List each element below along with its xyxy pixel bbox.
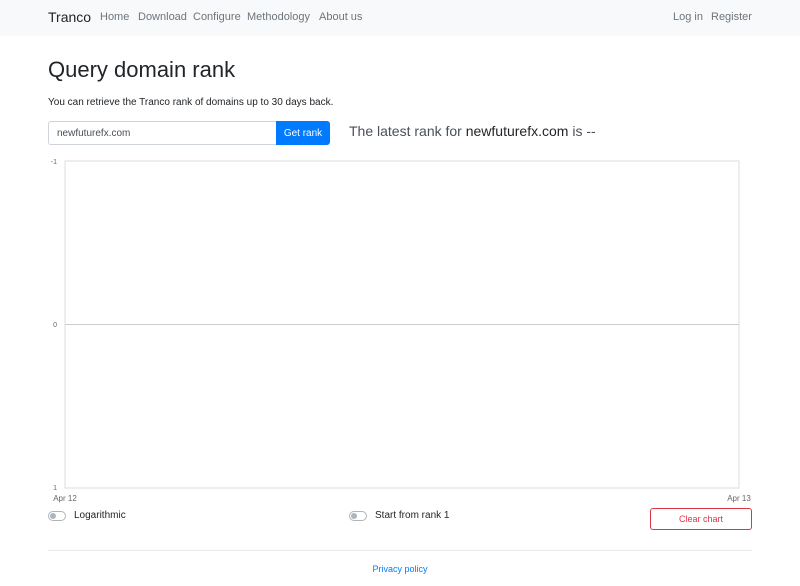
nav-link-methodology[interactable]: Methodology <box>247 11 310 23</box>
page-description: You can retrieve the Tranco rank of doma… <box>48 97 334 108</box>
latest-rank-result: The latest rank for newfuturefx.com is -… <box>349 123 596 139</box>
y-tick-label: 0 <box>53 322 57 329</box>
top-navbar: Tranco Home Download Configure Methodolo… <box>0 0 800 36</box>
y-tick-label: -1 <box>51 159 57 166</box>
brand-logo[interactable]: Tranco <box>48 9 91 25</box>
logarithmic-label: Logarithmic <box>74 510 126 521</box>
start-from-rank-toggle[interactable]: Start from rank 1 <box>349 510 449 521</box>
start-from-rank-label: Start from rank 1 <box>375 510 450 521</box>
switch-knob <box>50 512 56 519</box>
result-domain: newfuturefx.com <box>465 123 569 139</box>
rank-chart[interactable]: -1 0 1 Apr 12 Apr 13 <box>40 152 760 504</box>
domain-search-input[interactable] <box>48 121 277 145</box>
page-title: Query domain rank <box>48 57 236 82</box>
get-rank-button[interactable]: Get rank <box>276 121 330 145</box>
nav-link-register[interactable]: Register <box>711 11 752 23</box>
logarithmic-switch[interactable] <box>48 510 66 521</box>
nav-link-home[interactable]: Home <box>100 11 129 23</box>
clear-chart-button[interactable]: Clear chart <box>650 508 752 530</box>
y-tick-label: 1 <box>53 485 57 492</box>
result-suffix: is -- <box>568 123 596 139</box>
nav-link-login[interactable]: Log in <box>673 11 703 23</box>
nav-link-about-us[interactable]: About us <box>319 11 362 23</box>
nav-link-download[interactable]: Download <box>138 11 187 23</box>
privacy-policy-link[interactable]: Privacy policy <box>0 564 800 574</box>
x-tick-label: Apr 13 <box>727 494 751 503</box>
nav-link-configure[interactable]: Configure <box>193 11 241 23</box>
x-tick-label: Apr 12 <box>53 494 77 503</box>
logarithmic-toggle[interactable]: Logarithmic <box>48 510 126 521</box>
switch-knob <box>351 512 357 519</box>
start-from-rank-switch[interactable] <box>349 510 367 521</box>
result-prefix: The latest rank for <box>349 123 466 139</box>
footer-divider <box>48 550 752 551</box>
